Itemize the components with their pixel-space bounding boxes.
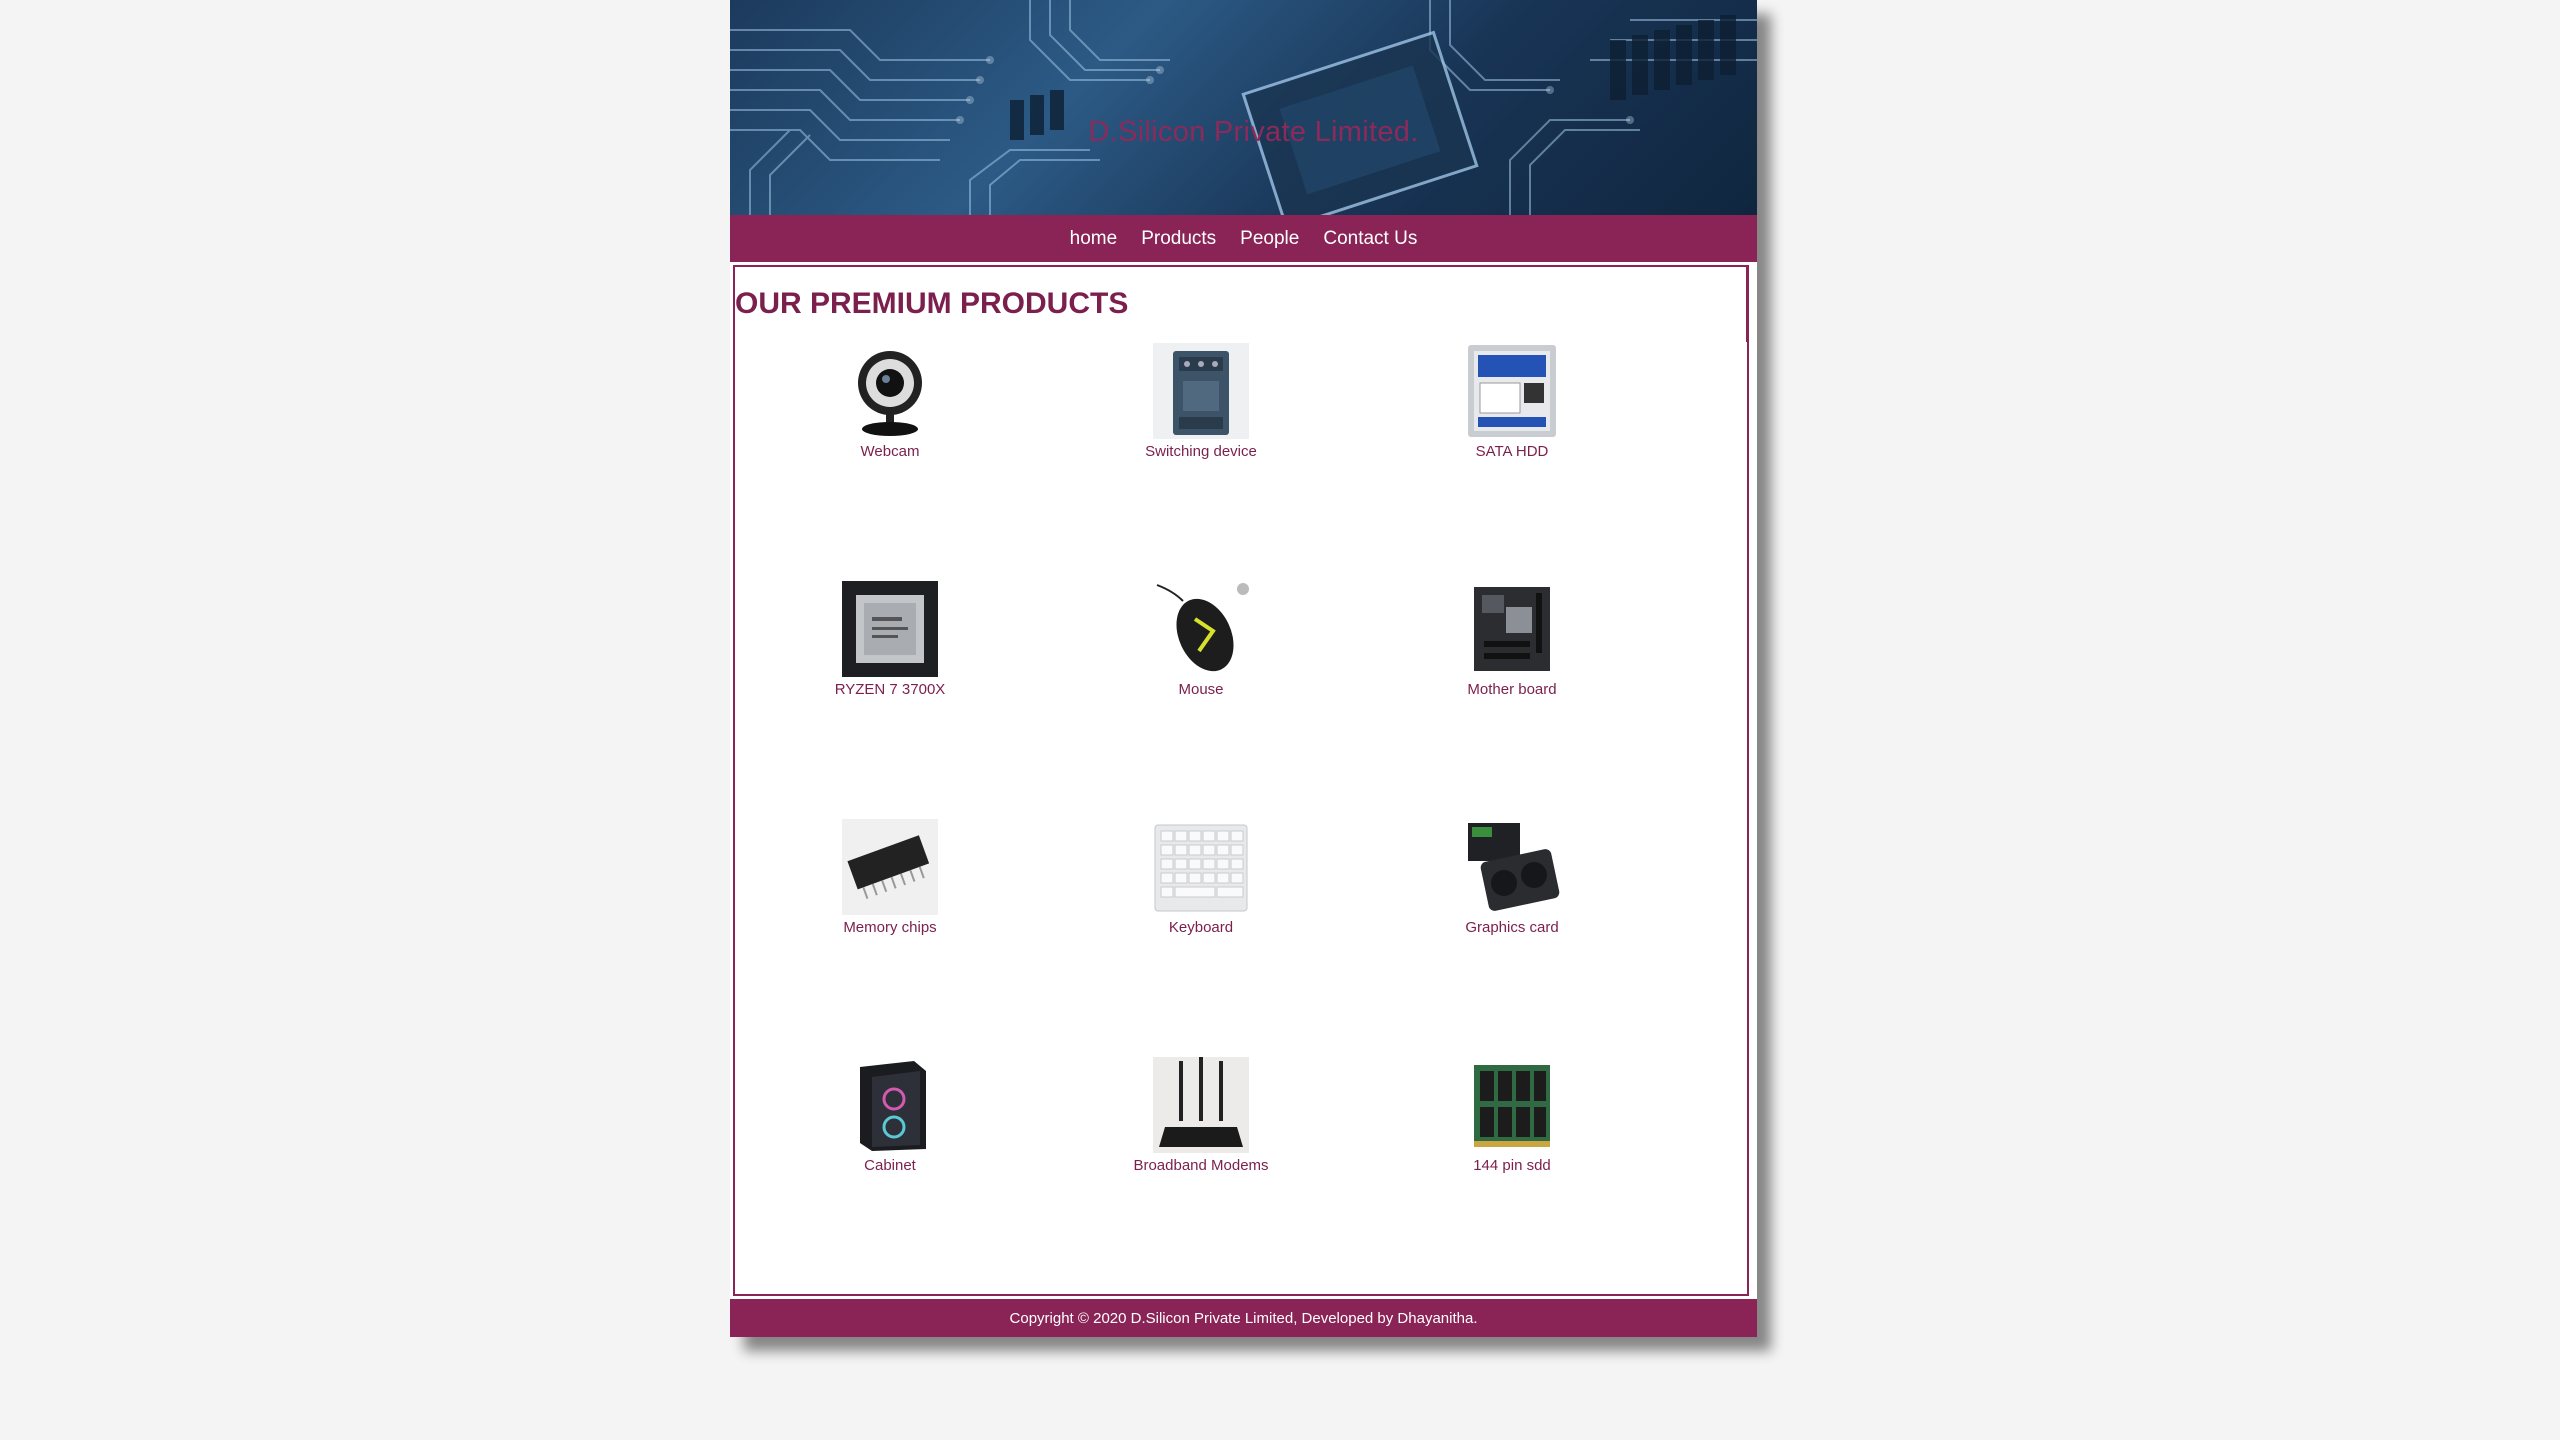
product-label: RYZEN 7 3700X (834, 681, 946, 698)
cpu-icon (842, 581, 938, 677)
product-label: Graphics card (1465, 919, 1559, 936)
copyright-text: Copyright © 2020 D.Silicon Private Limit… (1009, 1309, 1478, 1327)
product-label: Switching device (1145, 443, 1257, 460)
product-label: Mouse (1178, 681, 1224, 698)
page-container: D.Silicon Private Limited. home Products… (730, 0, 1757, 1337)
cabinet-icon (842, 1057, 938, 1153)
site-title: D.Silicon Private Limited. (1088, 116, 1419, 148)
nav-item-people[interactable]: People (1240, 228, 1299, 250)
products-section: OUR PREMIUM PRODUCTS Webcam Switching de… (733, 265, 1749, 1296)
motherboard-icon (1464, 581, 1560, 677)
nav-item-contact-us[interactable]: Contact Us (1323, 228, 1417, 250)
scrollbar[interactable] (1746, 267, 1749, 342)
ram-module-icon (1464, 1057, 1560, 1153)
product-sata-hdd[interactable]: SATA HDD (1402, 343, 1622, 460)
graphics-card-icon (1464, 819, 1560, 915)
product-cabinet[interactable]: Cabinet (780, 1057, 1000, 1174)
product-memory-chips[interactable]: Memory chips (780, 819, 1000, 936)
webcam-icon (842, 343, 938, 439)
nav-item-products[interactable]: Products (1141, 228, 1216, 250)
switching-device-icon (1153, 343, 1249, 439)
router-icon (1153, 1057, 1249, 1153)
product-webcam[interactable]: Webcam (780, 343, 1000, 460)
keyboard-icon (1153, 819, 1249, 915)
footer: Copyright © 2020 D.Silicon Private Limit… (730, 1299, 1757, 1337)
nav-item-home[interactable]: home (1070, 228, 1118, 250)
main-nav: home Products People Contact Us (730, 215, 1757, 262)
product-144-pin-sdd[interactable]: 144 pin sdd (1402, 1057, 1622, 1174)
product-keyboard[interactable]: Keyboard (1091, 819, 1311, 936)
product-graphics-card[interactable]: Graphics card (1402, 819, 1622, 936)
product-label: 144 pin sdd (1473, 1157, 1551, 1174)
product-broadband-modems[interactable]: Broadband Modems (1091, 1057, 1311, 1174)
product-label: Webcam (860, 443, 920, 460)
hdd-icon (1464, 343, 1560, 439)
product-label: Memory chips (843, 919, 937, 936)
page-heading: OUR PREMIUM PRODUCTS (735, 287, 1129, 320)
circuit-board-image (730, 0, 1757, 215)
product-motherboard[interactable]: Mother board (1402, 581, 1622, 698)
product-label: Cabinet (864, 1157, 916, 1174)
memory-chip-icon (842, 819, 938, 915)
header-banner: D.Silicon Private Limited. (730, 0, 1757, 215)
product-label: Keyboard (1168, 919, 1234, 936)
product-label: Mother board (1467, 681, 1557, 698)
product-label: Broadband Modems (1133, 1157, 1269, 1174)
product-switching-device[interactable]: Switching device (1091, 343, 1311, 460)
product-label: SATA HDD (1475, 443, 1549, 460)
product-ryzen[interactable]: RYZEN 7 3700X (780, 581, 1000, 698)
mouse-icon (1153, 581, 1249, 677)
product-mouse[interactable]: Mouse (1091, 581, 1311, 698)
